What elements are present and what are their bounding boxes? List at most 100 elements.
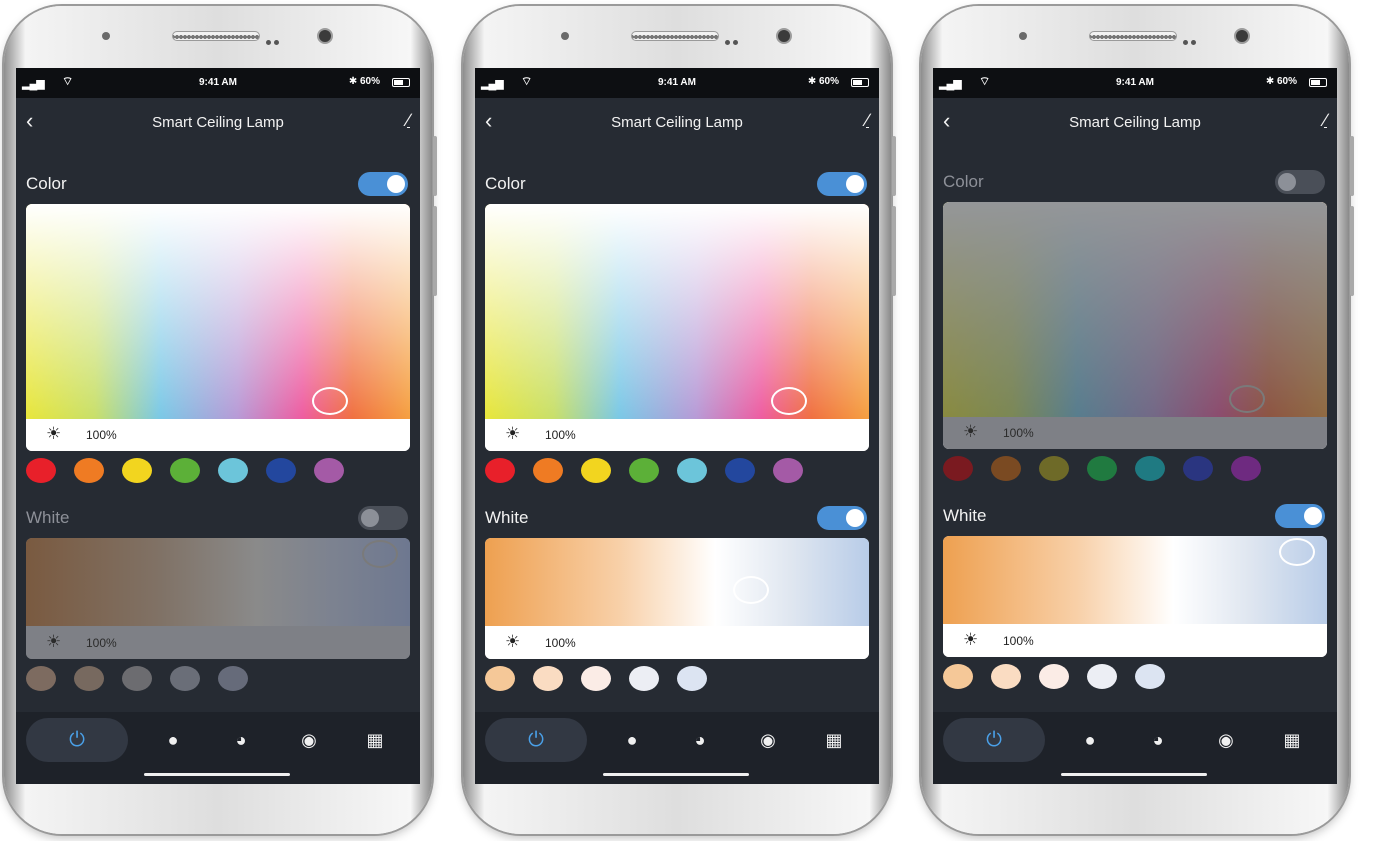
swatch-blue[interactable] xyxy=(266,458,296,483)
white-toggle[interactable] xyxy=(1275,504,1325,528)
swatch-red[interactable] xyxy=(943,456,973,481)
swatch-soft[interactable] xyxy=(533,666,563,691)
power-icon[interactable]: ⏻ xyxy=(26,718,128,762)
palette-icon[interactable]: ◕ xyxy=(226,718,256,762)
page-title: Smart Ceiling Lamp xyxy=(1069,114,1201,131)
bulb-icon[interactable]: ● xyxy=(158,718,188,762)
white-gradient-area[interactable] xyxy=(943,536,1327,624)
swatch-yellow[interactable] xyxy=(1039,456,1069,481)
white-brightness-row[interactable]: ☀ 100% xyxy=(485,627,869,659)
home-indicator[interactable] xyxy=(1061,773,1207,776)
page-title: Smart Ceiling Lamp xyxy=(152,114,284,131)
swatch-red[interactable] xyxy=(485,458,515,483)
battery-percent: 60% xyxy=(1276,76,1297,87)
swatch-warm[interactable] xyxy=(485,666,515,691)
scene-icon[interactable]: ◉ xyxy=(753,718,783,762)
phone-frame-2: ▂▄▆ ⌔ 9:41 AM ✱ 60% ‹ Smart Ceiling Lamp… xyxy=(463,6,896,834)
white-picker-handle[interactable] xyxy=(362,540,398,568)
grid-icon[interactable]: ▦ xyxy=(1277,718,1307,762)
swatch-orange[interactable] xyxy=(74,458,104,483)
swatch-blue[interactable] xyxy=(725,458,755,483)
swatch-yellow[interactable] xyxy=(581,458,611,483)
toggle-knob xyxy=(361,509,379,527)
swatch-orange[interactable] xyxy=(991,456,1021,481)
bulb-icon[interactable]: ● xyxy=(1075,718,1105,762)
white-picker-handle[interactable] xyxy=(733,576,769,604)
power-side-button xyxy=(1350,206,1354,296)
swatch-cool[interactable] xyxy=(629,666,659,691)
power-icon[interactable]: ⏻ xyxy=(485,718,587,762)
white-brightness-row[interactable]: ☀ 100% xyxy=(26,627,410,659)
swatch-cyan[interactable] xyxy=(1135,456,1165,481)
home-indicator[interactable] xyxy=(144,773,290,776)
swatch-daylight[interactable] xyxy=(1135,664,1165,689)
color-toggle[interactable] xyxy=(358,172,408,196)
swatch-neutral[interactable] xyxy=(122,666,152,691)
swatch-cool[interactable] xyxy=(1087,664,1117,689)
color-section-label: Color xyxy=(485,174,526,193)
swatch-soft[interactable] xyxy=(74,666,104,691)
swatch-purple[interactable] xyxy=(314,458,344,483)
volume-button xyxy=(433,136,437,196)
power-icon[interactable]: ⏻ xyxy=(943,718,1045,762)
speaker-grille xyxy=(631,31,719,41)
white-picker-handle[interactable] xyxy=(1279,538,1315,566)
front-camera xyxy=(317,28,333,44)
color-section-label: Color xyxy=(26,174,67,193)
bulb-icon[interactable]: ● xyxy=(617,718,647,762)
battery-icon xyxy=(1309,78,1327,87)
palette-icon[interactable]: ◕ xyxy=(1143,718,1173,762)
swatch-purple[interactable] xyxy=(773,458,803,483)
toggle-knob xyxy=(387,175,405,193)
color-swatches xyxy=(485,458,821,486)
color-gradient-area[interactable] xyxy=(485,204,869,419)
scene-icon[interactable]: ◉ xyxy=(294,718,324,762)
white-gradient-area[interactable] xyxy=(485,538,869,626)
brightness-value: 100% xyxy=(86,636,117,650)
white-brightness-row[interactable]: ☀ 100% xyxy=(943,625,1327,657)
swatch-daylight[interactable] xyxy=(677,666,707,691)
swatch-cyan[interactable] xyxy=(677,458,707,483)
power-side-button xyxy=(433,206,437,296)
swatch-red[interactable] xyxy=(26,458,56,483)
swatch-green[interactable] xyxy=(170,458,200,483)
color-picker-handle[interactable] xyxy=(312,387,348,415)
grid-icon[interactable]: ▦ xyxy=(819,718,849,762)
home-indicator[interactable] xyxy=(603,773,749,776)
swatch-neutral[interactable] xyxy=(581,666,611,691)
edit-pencil-icon[interactable]: ∕ xyxy=(866,110,869,131)
color-brightness-row[interactable]: ☀ 100% xyxy=(26,419,410,451)
swatch-purple[interactable] xyxy=(1231,456,1261,481)
sensor-dot xyxy=(561,32,569,40)
swatch-cool[interactable] xyxy=(170,666,200,691)
palette-icon[interactable]: ◕ xyxy=(685,718,715,762)
swatch-yellow[interactable] xyxy=(122,458,152,483)
swatch-warm[interactable] xyxy=(943,664,973,689)
speaker-dots xyxy=(266,32,284,45)
color-picker-handle[interactable] xyxy=(1229,385,1265,413)
color-brightness-row[interactable]: ☀ 100% xyxy=(485,419,869,451)
swatch-blue[interactable] xyxy=(1183,456,1213,481)
grid-icon[interactable]: ▦ xyxy=(360,718,390,762)
color-toggle[interactable] xyxy=(817,172,867,196)
swatch-green[interactable] xyxy=(1087,456,1117,481)
swatch-warm[interactable] xyxy=(26,666,56,691)
white-toggle[interactable] xyxy=(817,506,867,530)
white-toggle[interactable] xyxy=(358,506,408,530)
swatch-green[interactable] xyxy=(629,458,659,483)
color-section-label: Color xyxy=(943,172,984,191)
edit-pencil-icon[interactable]: ∕ xyxy=(1324,110,1327,131)
swatch-orange[interactable] xyxy=(533,458,563,483)
scene-icon[interactable]: ◉ xyxy=(1211,718,1241,762)
swatch-daylight[interactable] xyxy=(218,666,248,691)
swatch-soft[interactable] xyxy=(991,664,1021,689)
swatch-cyan[interactable] xyxy=(218,458,248,483)
swatch-neutral[interactable] xyxy=(1039,664,1069,689)
color-brightness-row[interactable]: ☀ 100% xyxy=(943,417,1327,449)
color-picker-handle[interactable] xyxy=(771,387,807,415)
edit-pencil-icon[interactable]: ∕ xyxy=(407,110,410,131)
battery-icon xyxy=(851,78,869,87)
color-toggle[interactable] xyxy=(1275,170,1325,194)
color-gradient-area[interactable] xyxy=(26,204,410,419)
white-gradient-area[interactable] xyxy=(26,538,410,626)
